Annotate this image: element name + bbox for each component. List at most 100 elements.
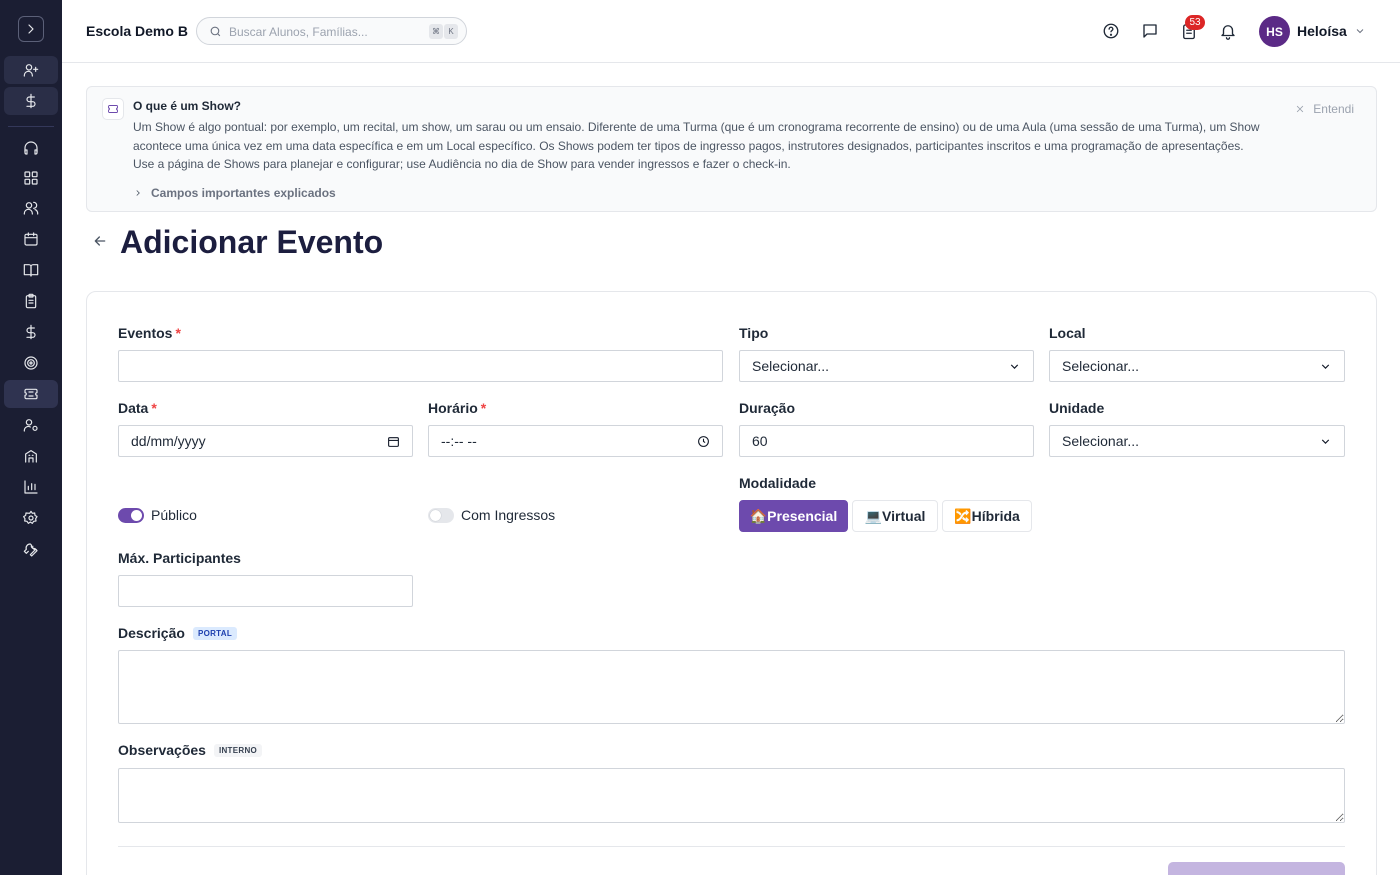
modalidade-label: Modalidade	[739, 475, 817, 491]
search-input[interactable]	[229, 23, 419, 40]
clipboard-list-icon	[25, 293, 37, 309]
user-cog-icon	[23, 419, 38, 432]
calendar-icon	[24, 232, 38, 246]
close-icon	[1297, 105, 1304, 113]
sidebar-item-tools[interactable]	[4, 536, 58, 564]
local-value: Selecionar...	[1062, 358, 1140, 374]
publico-label: Público	[151, 507, 197, 523]
arrow-left-icon	[94, 236, 106, 246]
observacoes-textarea[interactable]	[118, 768, 1345, 823]
modalidade-presencial-button[interactable]: 🏠Presencial	[739, 500, 848, 532]
page-title: Adicionar Evento	[120, 224, 384, 260]
chevron-down-icon[interactable]	[1354, 25, 1366, 37]
sidebar-item-calendar[interactable]	[4, 225, 58, 253]
message-square-icon	[1143, 24, 1157, 38]
sidebar-item-attendance[interactable]	[4, 287, 58, 315]
sidebar-item-goals[interactable]	[4, 349, 58, 377]
users-icon	[23, 201, 39, 215]
descricao-textarea[interactable]	[118, 650, 1345, 724]
avatar[interactable]: HS	[1259, 16, 1290, 47]
data-label: Data *	[118, 400, 157, 416]
user-name[interactable]: Heloísa	[1297, 23, 1347, 39]
form-divider	[118, 846, 1345, 847]
search-icon	[210, 26, 221, 37]
eventos-input[interactable]	[118, 350, 723, 382]
tipo-label: Tipo	[739, 325, 769, 341]
target-icon	[24, 356, 38, 370]
date-placeholder: dd/mm/yyyy	[131, 433, 206, 449]
bar-chart-icon	[24, 480, 38, 494]
sidebar-item-settings[interactable]	[4, 504, 58, 532]
modalidade-hibrida-button[interactable]: 🔀Híbrida	[942, 500, 1032, 532]
notification-badge: 53	[1185, 15, 1205, 30]
descricao-label: Descrição PORTAL	[118, 625, 238, 641]
local-label: Local	[1049, 325, 1086, 341]
date-input[interactable]: dd/mm/yyyy	[118, 425, 413, 457]
sidebar-item-dashboard[interactable]	[4, 164, 58, 192]
local-select[interactable]: Selecionar...	[1049, 350, 1345, 382]
settings-icon	[23, 510, 38, 524]
dismiss-button[interactable]: Entendi	[1295, 102, 1354, 116]
chevron-right-icon	[28, 24, 34, 34]
sidebar-item-add-student[interactable]	[4, 56, 58, 84]
ingressos-toggle[interactable]	[428, 508, 454, 523]
sidebar-item-staff[interactable]	[4, 411, 58, 439]
time-input[interactable]: --:-- --	[428, 425, 723, 457]
ticket-icon	[102, 98, 124, 120]
info-banner: O que é um Show? Um Show é algo pontual:…	[86, 86, 1377, 212]
sidebar-item-support[interactable]	[4, 134, 58, 162]
calendar-icon[interactable]	[387, 435, 400, 448]
unidade-select[interactable]: Selecionar...	[1049, 425, 1345, 457]
max-participantes-input[interactable]	[118, 575, 413, 607]
sidebar-toggle-button[interactable]	[18, 16, 44, 42]
chevron-right-icon	[136, 190, 140, 196]
sidebar-divider	[8, 126, 54, 127]
horario-label: Horário *	[428, 400, 487, 416]
notifications-button[interactable]	[1218, 21, 1238, 41]
book-open-icon	[23, 264, 39, 277]
internal-tag: INTERNO	[213, 744, 263, 757]
messages-button[interactable]	[1140, 21, 1160, 41]
help-circle-icon	[1103, 23, 1119, 39]
clock-icon[interactable]	[697, 435, 710, 448]
banner-title: O que é um Show?	[133, 99, 242, 113]
expand-fields-toggle[interactable]: Campos importantes explicados	[133, 186, 336, 200]
chevron-down-icon	[1321, 438, 1330, 444]
tipo-select[interactable]: Selecionar...	[739, 350, 1034, 382]
dollar-sign-icon	[26, 93, 36, 109]
max-participantes-label: Máx. Participantes	[118, 550, 241, 566]
building-icon	[25, 450, 37, 463]
school-name[interactable]: Escola Demo B	[86, 23, 188, 39]
eventos-label: Eventos *	[118, 325, 181, 341]
tipo-value: Selecionar...	[752, 358, 830, 374]
portal-tag: PORTAL	[192, 627, 238, 640]
bell-icon	[1221, 25, 1235, 40]
duracao-input[interactable]	[739, 425, 1034, 457]
top-header: Escola Demo B ⌘ K 53 HS Heloísa	[62, 0, 1400, 63]
toggle-knob	[131, 510, 142, 521]
unidade-value: Selecionar...	[1062, 433, 1140, 449]
sidebar-item-shows[interactable]	[4, 380, 58, 408]
save-button[interactable]: Salvar Alterações	[1168, 862, 1345, 875]
modalidade-virtual-button[interactable]: 💻Virtual	[852, 500, 938, 532]
sidebar-item-users[interactable]	[4, 194, 58, 222]
layout-grid-icon	[24, 171, 38, 185]
ticket-icon	[24, 388, 38, 400]
expand-label: Campos importantes explicados	[151, 186, 336, 200]
chevron-down-icon	[1321, 363, 1330, 369]
help-button[interactable]	[1101, 21, 1121, 41]
duracao-label: Duração	[739, 400, 796, 416]
dismiss-label: Entendi	[1313, 102, 1354, 116]
sidebar-item-finance[interactable]	[4, 318, 58, 346]
sidebar	[0, 0, 62, 875]
search-bar[interactable]: ⌘ K	[196, 17, 467, 45]
banner-text: Um Show é algo pontual: por exemplo, um …	[133, 120, 1260, 171]
sidebar-item-classes[interactable]	[4, 256, 58, 284]
toggle-knob	[430, 510, 441, 521]
observacoes-label: Observações INTERNO	[118, 742, 263, 758]
publico-toggle[interactable]	[118, 508, 144, 523]
sidebar-item-payments[interactable]	[4, 87, 58, 115]
sidebar-item-reports[interactable]	[4, 473, 58, 501]
back-button[interactable]	[92, 233, 110, 251]
sidebar-item-buildings[interactable]	[4, 442, 58, 470]
